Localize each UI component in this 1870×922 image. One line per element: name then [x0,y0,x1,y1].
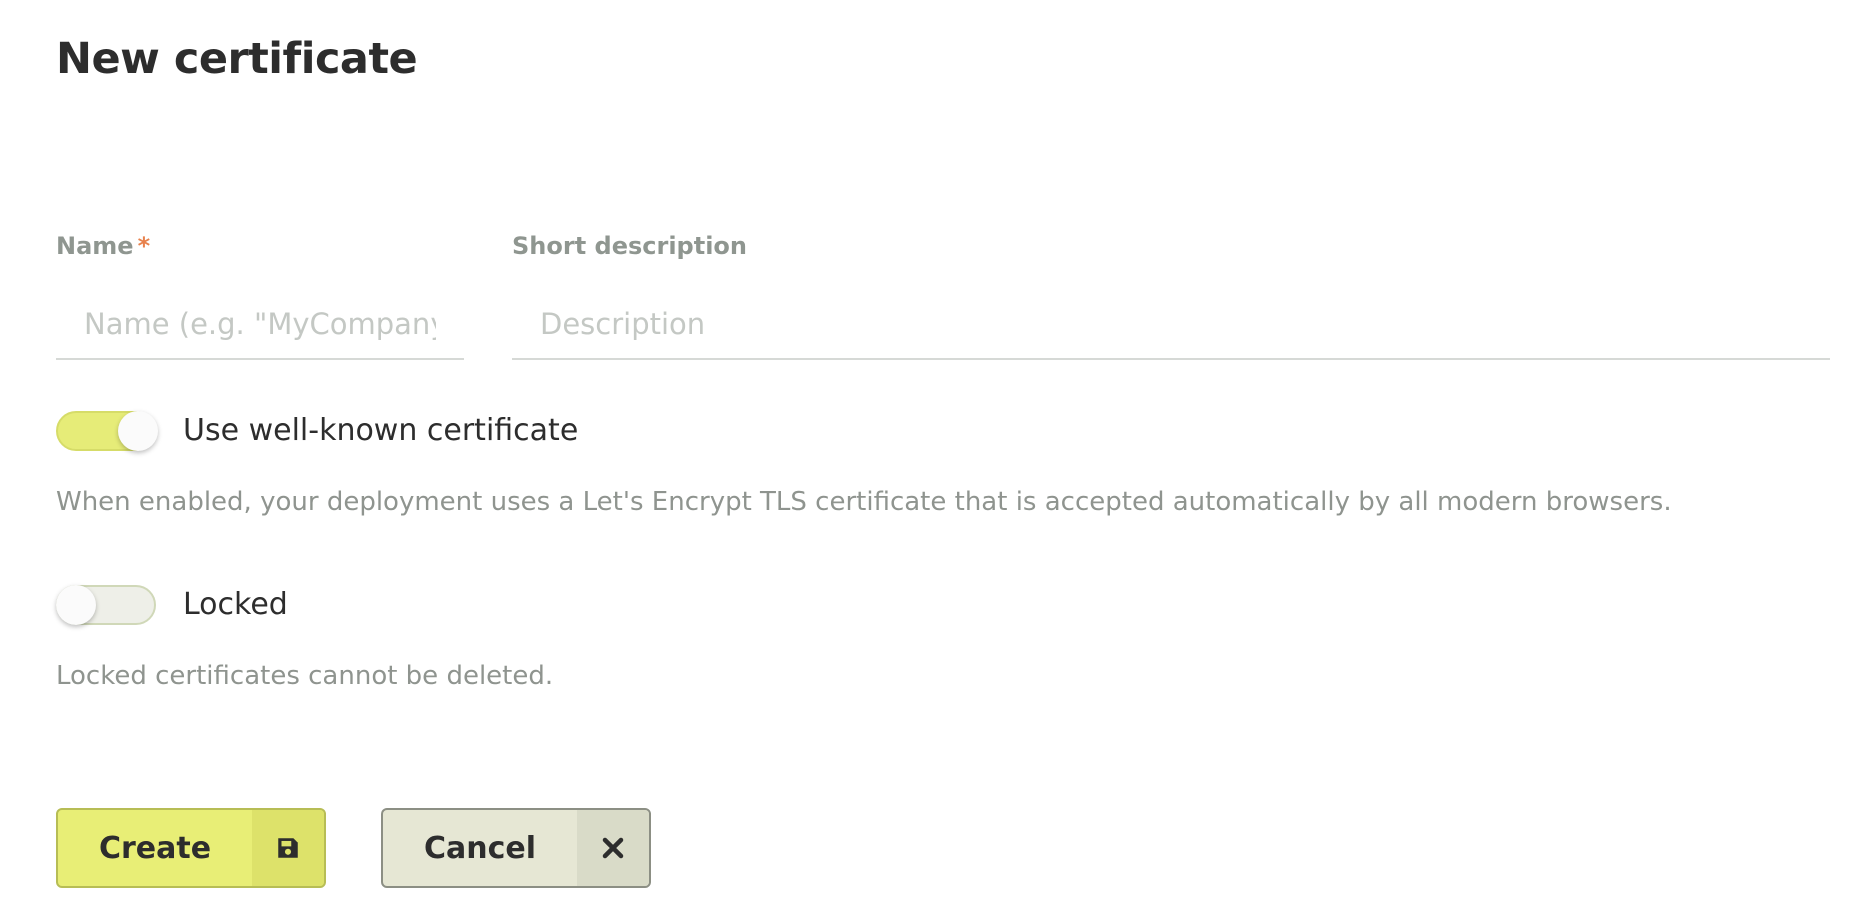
toggle-knob [118,411,158,451]
name-field-label: Name * [56,232,150,260]
locked-toggle[interactable] [56,585,156,625]
floppy-disk-icon [252,810,324,886]
name-input[interactable] [56,290,464,360]
create-button[interactable]: Create [56,808,326,888]
locked-label: Locked [183,587,288,622]
new-certificate-form-page: New certificate Name* Short description … [0,0,1870,922]
description-input[interactable] [512,290,1830,360]
locked-help: Locked certificates cannot be deleted. [56,661,554,691]
description-field-label: Short description [512,232,748,260]
well-known-certificate-toggle[interactable] [56,411,158,451]
create-button-label: Create [98,830,212,866]
required-asterisk: * [137,232,151,260]
close-icon [577,810,649,886]
cancel-button[interactable]: Cancel [381,808,651,888]
page-title: New certificate [56,34,418,84]
well-known-certificate-help: When enabled, your deployment uses a Let… [56,487,1672,517]
name-label-text: Name [56,232,134,260]
toggle-knob [56,585,96,625]
cancel-button-label: Cancel [423,830,537,866]
well-known-certificate-label: Use well-known certificate [183,413,579,448]
